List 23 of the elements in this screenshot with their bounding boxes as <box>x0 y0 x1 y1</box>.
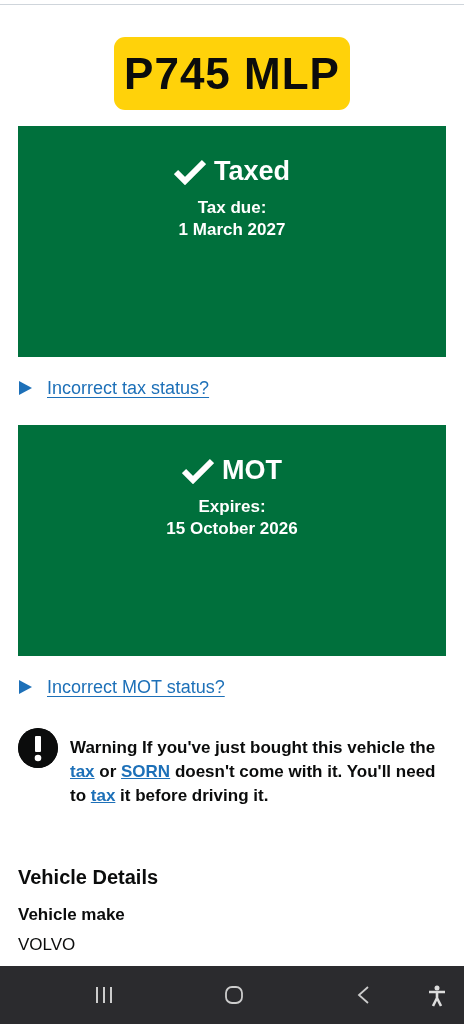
recent-apps-icon[interactable] <box>94 985 114 1005</box>
status-label: Tax due: <box>197 197 267 219</box>
status-label: Expires: <box>198 496 266 518</box>
home-icon[interactable] <box>224 985 244 1005</box>
text-link[interactable]: tax <box>70 762 95 781</box>
status-date: 15 October 2026 <box>166 518 298 540</box>
detail-label: Vehicle make <box>18 904 126 926</box>
status-title: MOT <box>222 455 282 486</box>
tick-icon <box>182 457 214 484</box>
tick-icon <box>174 158 206 185</box>
status-title: Taxed <box>214 156 290 187</box>
registration-plate: P745 MLP <box>114 37 350 110</box>
section-heading: Vehicle Details <box>18 865 160 890</box>
accessibility-icon[interactable] <box>428 985 446 1007</box>
text-link[interactable]: tax <box>90 786 116 805</box>
status-date: 1 March 2027 <box>178 219 286 241</box>
detail-value: VOLVO <box>18 934 77 956</box>
details-link[interactable]: Incorrect MOT status? <box>47 676 225 698</box>
back-icon[interactable] <box>356 985 370 1005</box>
exclamation-icon <box>18 728 58 768</box>
details-link[interactable]: Incorrect tax status? <box>47 377 210 399</box>
text-link[interactable]: SORN <box>121 762 171 781</box>
warning-text: Warning If you've just bought this vehicle the tax or SORN doesn't come with it. You'll need to tax it before driving it. <box>70 737 437 807</box>
